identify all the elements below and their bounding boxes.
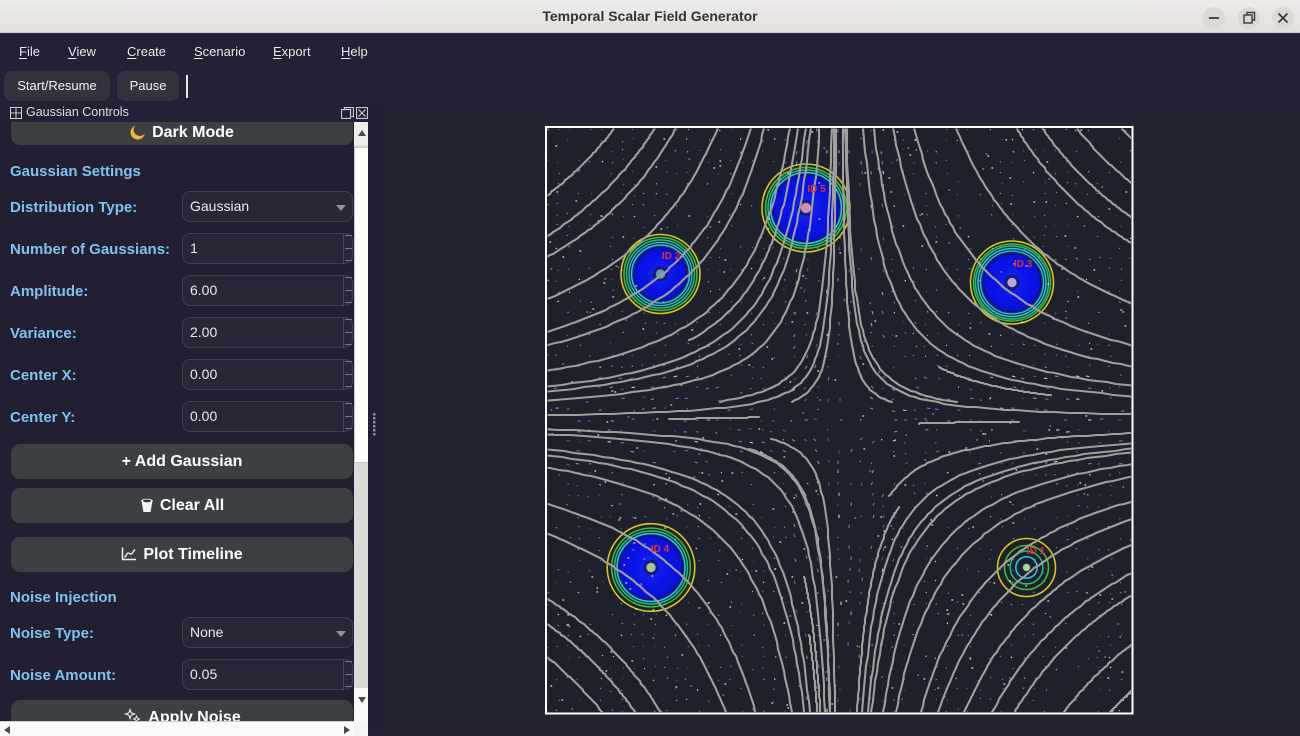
svg-text:ID 3: ID 3 bbox=[1014, 259, 1033, 270]
svg-text:ID 4: ID 4 bbox=[651, 544, 670, 555]
svg-text:ID 1: ID 1 bbox=[1027, 546, 1046, 557]
svg-text:ID 5: ID 5 bbox=[807, 184, 826, 195]
svg-text:ID 2: ID 2 bbox=[662, 251, 681, 262]
